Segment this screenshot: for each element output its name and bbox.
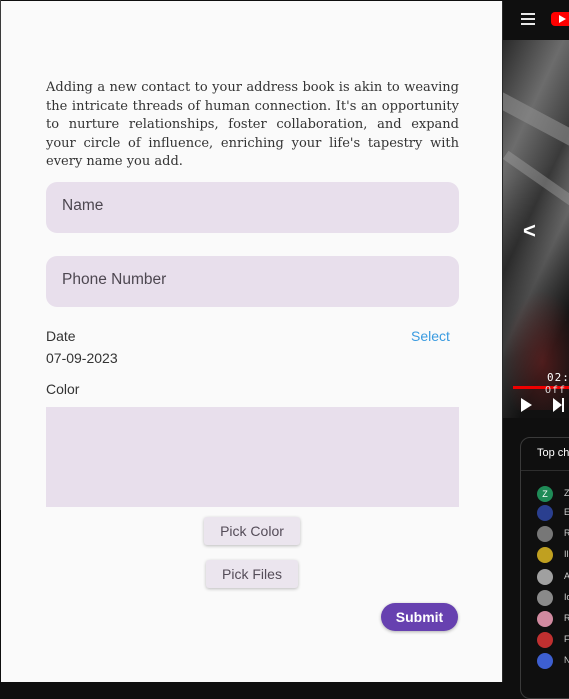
chat-avatar xyxy=(537,505,553,521)
chat-avatar xyxy=(537,632,553,648)
chat-author-name: Id xyxy=(564,592,569,602)
name-placeholder: Name xyxy=(62,197,104,214)
date-label: Date xyxy=(46,328,76,344)
chat-message-row[interactable]: N xyxy=(537,653,569,669)
hamburger-menu-icon[interactable] xyxy=(521,13,535,28)
date-value: 07-09-2023 xyxy=(46,350,118,366)
chat-message-row[interactable]: ZZ xyxy=(537,486,569,502)
video-player[interactable]: < 02: Off xyxy=(503,40,569,418)
chat-author-name: Z xyxy=(564,488,569,498)
video-subtitle-text: Off xyxy=(545,385,567,396)
next-icon[interactable] xyxy=(553,398,564,412)
chat-header[interactable]: Top ch xyxy=(537,447,569,459)
chat-message-row[interactable]: Il xyxy=(537,547,569,563)
chat-author-name: R xyxy=(564,613,569,623)
chat-avatar xyxy=(537,611,553,627)
chat-avatar xyxy=(537,526,553,542)
chat-avatar xyxy=(537,569,553,585)
chat-avatar xyxy=(537,653,553,669)
chat-message-row[interactable]: E xyxy=(537,505,569,521)
video-site-logo[interactable] xyxy=(551,12,569,26)
chat-message-row[interactable]: R xyxy=(537,526,569,542)
pick-files-button[interactable]: Pick Files xyxy=(206,560,298,588)
chat-author-name: E xyxy=(564,507,569,517)
chat-author-name: Il xyxy=(564,549,569,559)
submit-button[interactable]: Submit xyxy=(381,603,458,631)
pick-color-button[interactable]: Pick Color xyxy=(204,517,300,545)
play-icon[interactable] xyxy=(521,398,532,412)
chat-avatar xyxy=(537,590,553,606)
chat-divider xyxy=(521,470,569,471)
chat-message-row[interactable]: Id xyxy=(537,590,569,606)
chat-message-row[interactable]: F xyxy=(537,632,569,648)
chat-author-name: F xyxy=(564,634,569,644)
video-site-topbar xyxy=(503,0,569,38)
video-time-readout: 02: xyxy=(547,371,569,384)
intro-paragraph: Adding a new contact to your address boo… xyxy=(46,80,459,169)
chat-author-name: A xyxy=(564,571,569,581)
chat-message-row[interactable]: R xyxy=(537,611,569,627)
live-chat-panel: Top ch ZZERIlAIdRFN xyxy=(520,437,569,699)
add-contact-window: Adding a new contact to your address boo… xyxy=(1,1,503,682)
date-select-button[interactable]: Select xyxy=(411,328,450,344)
previous-icon[interactable]: < xyxy=(523,218,536,244)
phone-number-placeholder: Phone Number xyxy=(62,271,167,288)
name-input[interactable]: Name xyxy=(46,182,459,233)
chat-author-name: N xyxy=(564,655,569,665)
phone-number-input[interactable]: Phone Number xyxy=(46,256,459,307)
chat-message-row[interactable]: A xyxy=(537,569,569,585)
color-label: Color xyxy=(46,381,80,397)
chat-avatar: Z xyxy=(537,486,553,502)
chat-avatar xyxy=(537,547,553,563)
chat-author-name: R xyxy=(564,528,569,538)
selected-color-swatch xyxy=(46,407,459,507)
